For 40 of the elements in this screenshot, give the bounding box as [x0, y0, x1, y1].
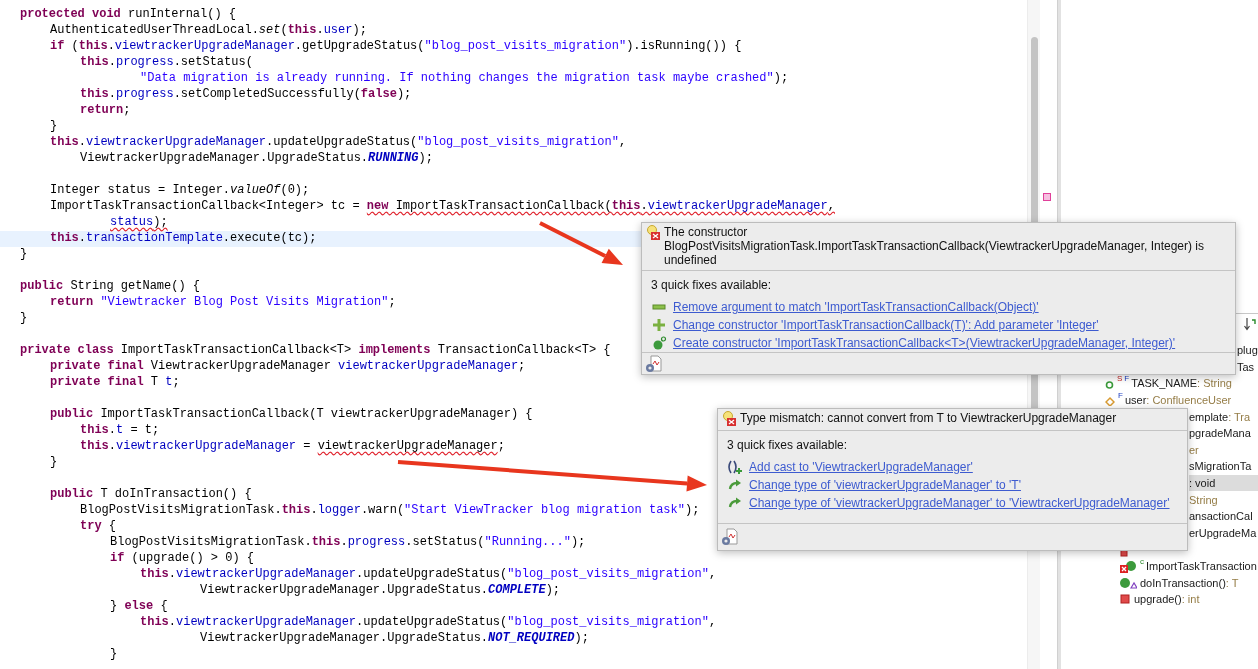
- code-line: ViewtrackerUpgradeManager.UpgradeStatus.COMPLETE);: [199, 583, 561, 597]
- code-line: ImportTaskTransactionCallback<Integer> tc = new ImportTaskTransactionCallback(this.viewtrackerUpgradeManager,: [49, 199, 835, 213]
- code-line: public T doInTransaction() {: [49, 487, 252, 501]
- error-message: Type mismatch: cannot convert from T to ViewtrackerUpgradeManager: [740, 411, 1117, 425]
- code-line: private final ViewtrackerUpgradeManager viewtrackerUpgradeManager;: [49, 359, 526, 373]
- code-line: private final T t;: [49, 375, 180, 389]
- code-line: BlogPostVisitsMigrationTask.this.logger.warn("Start ViewTracker blog migration task");: [79, 503, 700, 517]
- code-line: private class ImportTaskTransactionCallback<T> implements TransactionCallback<T> {: [20, 343, 611, 357]
- code-line: if (upgrade() > 0) {: [109, 551, 255, 565]
- code-line: }: [20, 311, 28, 325]
- code-line: this.viewtrackerUpgradeManager.updateUpgradeStatus("blog_post_visits_migration",: [139, 567, 717, 581]
- code-line: try {: [79, 519, 116, 533]
- code-line: Integer status = Integer.valueOf(0);: [49, 183, 310, 197]
- code-line: this.viewtrackerUpgradeManager.updateUpgradeStatus("blog_post_visits_migration",: [139, 615, 717, 629]
- code-line: protected void runInternal() {: [20, 7, 237, 21]
- code-line: } else {: [109, 599, 168, 613]
- code-line: return;: [79, 103, 131, 117]
- code-line: this.progress.setStatus(: [79, 55, 253, 69]
- code-line: }: [109, 647, 118, 661]
- code-line: }: [20, 247, 28, 261]
- code-line: status);: [109, 215, 168, 229]
- error-message: The constructor BlogPostVisitsMigrationTask.ImportTaskTransactionCallback(ViewtrackerUpgradeManager, Integer) is undefined: [664, 225, 1205, 267]
- code-line: BlogPostVisitsMigrationTask.this.progress.setStatus("Running...");: [109, 535, 586, 549]
- code-line: public ImportTaskTransactionCallback(T viewtrackerUpgradeManager) {: [49, 407, 533, 421]
- code-line: this.transactionTemplate.execute(tc);: [49, 231, 317, 245]
- fix-count-text: 3 quick fixes available:: [727, 438, 849, 452]
- code-line: AuthenticatedUserThreadLocal.set(this.user);: [49, 23, 367, 37]
- code-line: public String getName() {: [20, 279, 201, 293]
- code-line: }: [49, 119, 58, 133]
- code-line: this.progress.setCompletedSuccessfully(false);: [79, 87, 412, 101]
- code-line: ViewtrackerUpgradeManager.UpgradeStatus.RUNNING);: [79, 151, 433, 165]
- code-line: }: [49, 455, 58, 469]
- fix-count-text: 3 quick fixes available:: [651, 278, 773, 292]
- code-line: this.viewtrackerUpgradeManager = viewtrackerUpgradeManager;: [79, 439, 505, 453]
- code-line: if (this.viewtrackerUpgradeManager.getUpgradeStatus("blog_post_visits_migration").isRunning()) {: [49, 39, 742, 53]
- code-line: return "Viewtracker Blog Post Visits Migration";: [49, 295, 396, 309]
- code-line: this.t = t;: [79, 423, 160, 437]
- code-line: ViewtrackerUpgradeManager.UpgradeStatus.NOT_REQUIRED);: [199, 631, 589, 645]
- code-line: "Data migration is already running. If nothing changes the migration task maybe crashed");: [139, 71, 789, 85]
- code-line: this.viewtrackerUpgradeManager.updateUpgradeStatus("blog_post_visits_migration",: [49, 135, 627, 149]
